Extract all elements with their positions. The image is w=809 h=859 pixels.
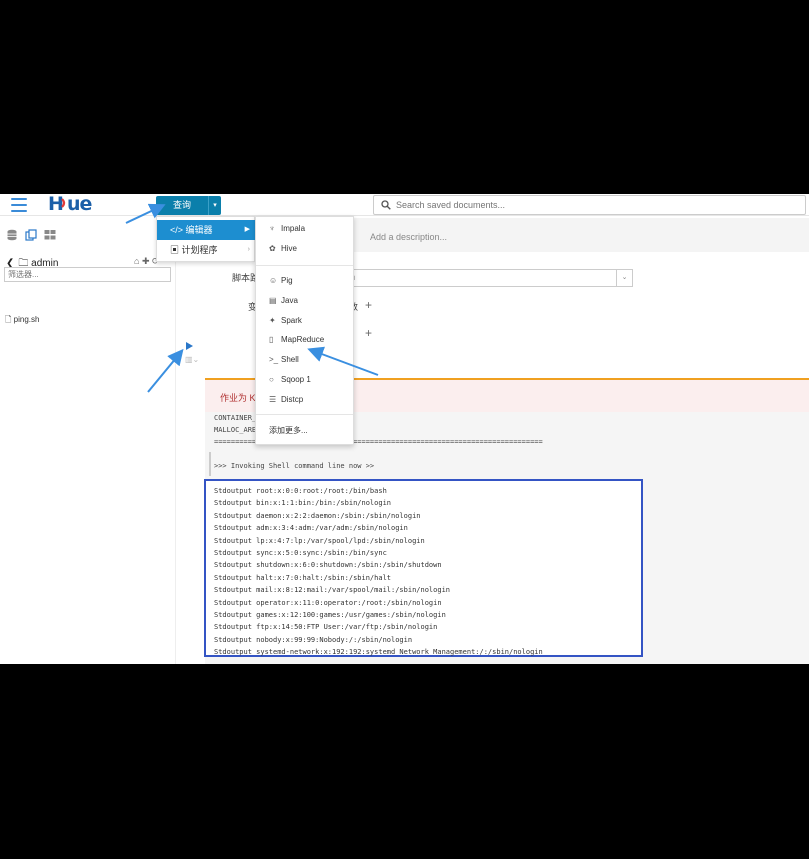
stdout-line: Stdoutput operator:x:11:0:operator:/root…	[214, 598, 442, 607]
log-line: >>> Invoking Shell command line now >>	[214, 462, 375, 470]
left-assist-panel: ❮🗀 admin ⌂ ✚ ⟳ 🗋 ping.sh	[0, 216, 176, 664]
hue-logo-icon: H ue	[48, 194, 93, 215]
log-line: MALLOC_ARE	[214, 426, 257, 434]
menu-item-scheduler[interactable]: ▣ 计划程序 ›	[157, 240, 256, 260]
add-variable-icon[interactable]: +	[365, 298, 372, 312]
menu-item-label: Sqoop 1	[281, 375, 311, 384]
svg-text:ue: ue	[67, 194, 92, 213]
filter-input[interactable]	[4, 267, 171, 282]
stdout-line: Stdoutput shutdown:x:6:0:shutdown:/sbin:…	[214, 561, 442, 570]
stdout-line: Stdoutput lp:x:4:7:lp:/var/spool/lpd:/sb…	[214, 536, 425, 545]
editor-submenu: ♆ Impala ✿ Hive ☺ Pig ▤ Java ✦ Spark ▯ MapRedu…	[255, 216, 354, 445]
menu-divider	[256, 265, 353, 266]
file-icon: ▯	[269, 335, 274, 344]
menu-item-label: 计划程序	[181, 245, 218, 255]
database-icon: ☰	[269, 395, 277, 404]
query-dropdown-menu: </> 编辑器 ▶ ▣ 计划程序 ›	[156, 216, 256, 262]
menu-item-label: Impala	[281, 224, 306, 233]
menu-item-impala[interactable]: ♆ Impala	[256, 220, 353, 238]
menu-item-java[interactable]: ▤ Java	[256, 292, 353, 310]
script-path-input[interactable]: h ⌄	[347, 269, 633, 287]
query-dropdown-caret[interactable]: ▾	[208, 196, 221, 215]
stdout-line: Stdoutput ftp:x:14:50:FTP User:/var/ftp:…	[214, 623, 438, 632]
search-box[interactable]	[373, 195, 806, 215]
file-item[interactable]: 🗋 ping.sh	[5, 314, 39, 328]
stdout-line: Stdoutput adm:x:3:4:adm:/var/adm:/sbin/n…	[214, 524, 408, 533]
stdout-line: Stdoutput halt:x:7:0:halt:/sbin:/sbin/ha…	[214, 573, 392, 582]
menu-item-sqoop[interactable]: ○ Sqoop 1	[256, 371, 353, 389]
file-name: ping.sh	[13, 315, 40, 324]
grid-apps-icon[interactable]	[44, 228, 56, 240]
menu-item-editor[interactable]: </> 编辑器 ▶	[157, 220, 256, 240]
database-icon[interactable]	[6, 228, 18, 241]
stdout-highlight-box: Stdoutput root:x:0:0:root:/root:/bin/bas…	[204, 479, 643, 657]
spark-icon: ✦	[269, 316, 276, 325]
menu-item-distcp[interactable]: ☰ Distcp	[256, 391, 353, 409]
menu-item-add-more[interactable]: 添加更多...	[256, 422, 353, 440]
stdout-line: Stdoutput root:x:0:0:root:/root:/bin/bas…	[214, 487, 387, 495]
hamburger-menu-icon[interactable]	[11, 198, 27, 212]
snippet-options-icon[interactable]: ▥⌄	[185, 355, 199, 364]
impala-icon: ♆	[269, 224, 275, 233]
menu-item-spark[interactable]: ✦ Spark	[256, 312, 353, 330]
menu-item-label: 编辑器	[185, 225, 213, 235]
top-navbar: H ue 查询 ▾	[0, 194, 809, 216]
menu-item-label: MapReduce	[281, 335, 325, 344]
file-icon: 🗋	[5, 315, 12, 324]
menu-item-label: Pig	[281, 276, 293, 285]
svg-text:H: H	[48, 194, 63, 213]
stdout-line: Stdoutput nobody:x:99:99:Nobody:/:/sbin/…	[214, 635, 413, 644]
hue-logo[interactable]: H ue	[48, 194, 110, 218]
hue-screen: H ue 查询 ▾ ❮🗀 admin ⌂ ✚ ⟳	[0, 194, 809, 664]
menu-divider	[256, 414, 353, 415]
menu-item-label: Hive	[281, 244, 298, 253]
java-icon: ▤	[269, 296, 277, 305]
chevron-right-icon: ▶	[244, 226, 250, 233]
home-icon[interactable]: ⌂	[134, 256, 139, 266]
job-status-text: 作业为 KI	[220, 393, 259, 403]
menu-item-label: Shell	[281, 355, 299, 364]
log-line: CONTAINER_	[214, 414, 257, 422]
description-field[interactable]: Add a description...	[370, 232, 447, 242]
circle-icon: ○	[269, 375, 274, 384]
stdout-line: Stdoutput mail:x:8:12:mail:/var/spool/ma…	[214, 586, 451, 595]
stdout-line: Stdoutput games:x:12:100:games:/usr/game…	[214, 611, 446, 619]
hive-icon: ✿	[269, 244, 276, 253]
chevron-down-icon[interactable]: ⌄	[616, 270, 632, 286]
terminal-icon: >_	[269, 355, 279, 364]
documents-icon[interactable]	[25, 228, 37, 241]
add-icon[interactable]: ✚	[142, 256, 150, 266]
menu-item-label: Spark	[281, 316, 302, 325]
stdout-line: Stdoutput daemon:x:2:2:daemon:/sbin:/sbi…	[214, 511, 421, 520]
stdout-line: Stdoutput systemd-network:x:192:192:syst…	[214, 648, 543, 657]
code-icon: </>	[170, 225, 184, 235]
menu-item-shell[interactable]: >_ Shell	[256, 351, 353, 369]
stdout-line: Stdoutput sync:x:5:0:sync:/sbin:/bin/syn…	[214, 549, 387, 557]
menu-item-pig[interactable]: ☺ Pig	[256, 272, 353, 290]
play-icon[interactable]	[186, 342, 193, 350]
pig-icon: ☺	[269, 276, 278, 285]
menu-item-mapreduce[interactable]: ▯ MapReduce	[256, 331, 353, 349]
menu-item-label: Distcp	[281, 395, 304, 404]
calendar-icon: ▣	[170, 245, 180, 255]
add-file-icon[interactable]: +	[365, 326, 372, 340]
stdout-line: Stdoutput bin:x:1:1:bin:/bin:/sbin/nolog…	[214, 499, 392, 508]
search-icon	[381, 200, 391, 210]
menu-item-label: Java	[281, 296, 298, 305]
menu-item-hive[interactable]: ✿ Hive	[256, 240, 353, 258]
chevron-right-icon: ›	[247, 246, 250, 253]
log-gutter	[209, 452, 211, 476]
query-button[interactable]: 查询	[156, 196, 208, 215]
search-input[interactable]	[396, 198, 796, 212]
